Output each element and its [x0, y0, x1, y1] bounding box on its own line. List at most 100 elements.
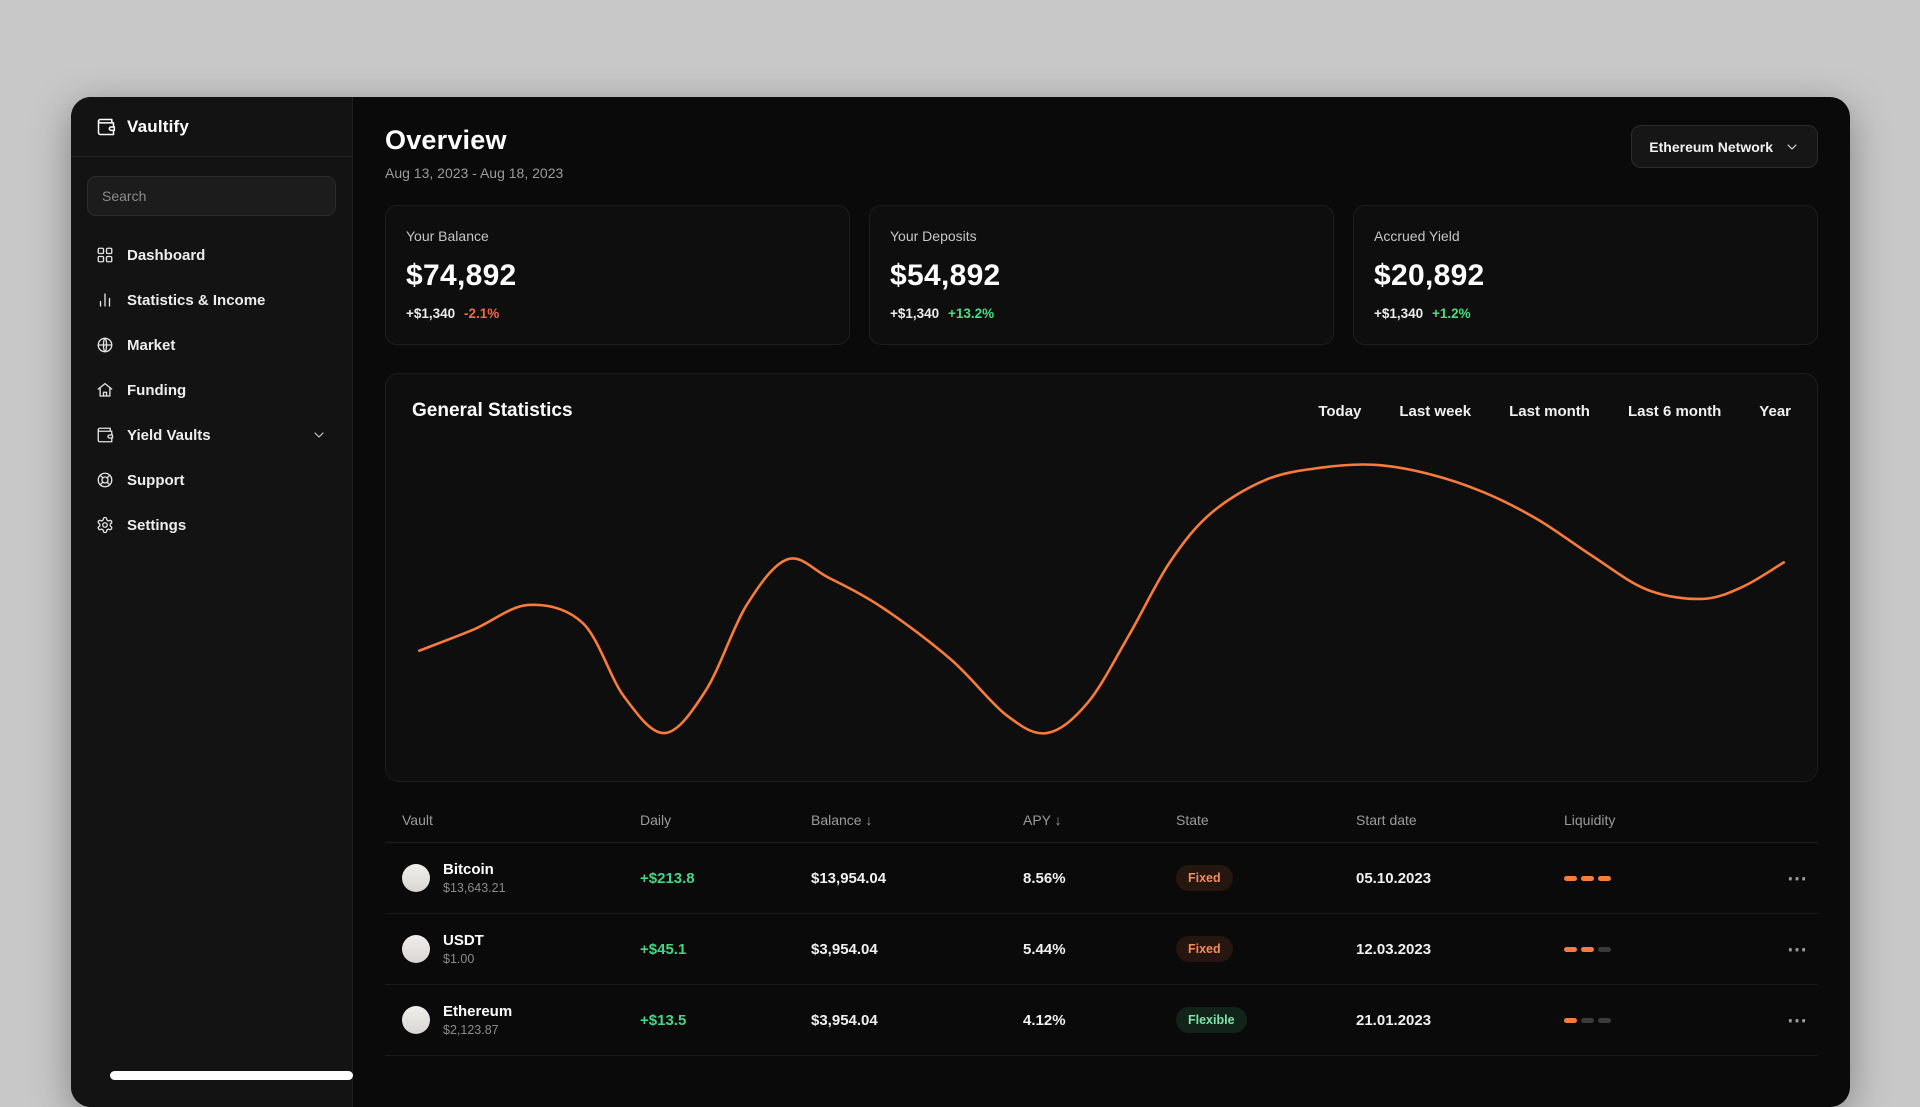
app-logo: Vaultify — [71, 97, 352, 157]
delta-percent: +13.2% — [947, 306, 995, 321]
delta-percent: +1.2% — [1431, 306, 1471, 321]
column-header-liquidity: Liquidity — [1564, 812, 1616, 828]
statistics-line-chart — [412, 432, 1791, 771]
search-input[interactable] — [87, 176, 336, 216]
network-selector-button[interactable]: Ethereum Network — [1631, 125, 1818, 168]
filter-last-month[interactable]: Last month — [1509, 403, 1590, 420]
sidebar-nav: Dashboard Statistics & Income Market Fundin… — [71, 225, 352, 555]
stat-value: $20,892 — [1374, 259, 1485, 292]
vault-name: Bitcoin — [443, 861, 494, 878]
deposits-card: Your Deposits $54,892 +$1,340 +13.2% — [869, 205, 1334, 345]
app-window: Vaultify Dashboard Statistics & Income Mar… — [71, 97, 1850, 1107]
coin-avatar — [402, 1006, 430, 1034]
sidebar-item-yield-vaults[interactable]: Yield Vaults — [83, 415, 340, 455]
main-content: Overview Aug 13, 2023 - Aug 18, 2023 Eth… — [353, 97, 1850, 1107]
apy-value: 5.44% — [1023, 940, 1066, 958]
vault-price: $1.00 — [443, 952, 475, 966]
chevron-down-icon — [1784, 139, 1800, 155]
stat-value: $74,892 — [406, 259, 517, 292]
liquidity-indicator — [1564, 946, 1762, 952]
row-menu-button[interactable]: ⋯ — [1762, 866, 1818, 891]
page-title: Overview — [385, 125, 507, 155]
filter-last-week[interactable]: Last week — [1399, 403, 1471, 420]
sidebar-item-label: Funding — [127, 381, 187, 399]
table-row-usdt[interactable]: USDT $1.00 +$45.1 $3,954.04 5.44% Fixed 12.03.… — [385, 914, 1818, 985]
liquidity-dash — [1564, 946, 1577, 952]
sidebar-item-market[interactable]: Market — [83, 325, 340, 365]
filter-today[interactable]: Today — [1318, 403, 1361, 420]
liquidity-dash — [1564, 875, 1577, 881]
sidebar-item-support[interactable]: Support — [83, 460, 340, 500]
column-header-start-date: Start date — [1356, 812, 1417, 828]
daily-change: +$45.1 — [640, 940, 687, 958]
vault-price: $13,643.21 — [443, 881, 506, 895]
vault-wallet-icon — [96, 426, 114, 444]
column-header-state: State — [1176, 812, 1209, 828]
row-menu-button[interactable]: ⋯ — [1762, 937, 1818, 962]
apy-value: 4.12% — [1023, 1011, 1066, 1029]
column-header-apy[interactable]: APY ↓ — [1023, 812, 1176, 828]
support-icon — [96, 471, 114, 489]
delta-amount: +$1,340 — [1374, 306, 1424, 321]
page-header: Overview Aug 13, 2023 - Aug 18, 2023 Eth… — [385, 125, 1818, 181]
state-badge: Fixed — [1176, 936, 1233, 962]
sidebar-item-dashboard[interactable]: Dashboard — [83, 235, 340, 275]
chart-title: General Statistics — [412, 400, 573, 421]
sidebar-item-label: Market — [127, 336, 176, 354]
sidebar: Vaultify Dashboard Statistics & Income Mar… — [71, 97, 353, 1107]
liquidity-indicator — [1564, 875, 1762, 881]
balance-value: $13,954.04 — [811, 869, 887, 887]
accrued-yield-card: Accrued Yield $20,892 +$1,340 +1.2% — [1353, 205, 1818, 345]
table-row-bitcoin[interactable]: Bitcoin $13,643.21 +$213.8 $13,954.04 8.56% F… — [385, 843, 1818, 914]
sidebar-item-statistics-income[interactable]: Statistics & Income — [83, 280, 340, 320]
start-date: 05.10.2023 — [1356, 869, 1432, 887]
sidebar-item-settings[interactable]: Settings — [83, 505, 340, 545]
horizontal-scrollbar[interactable] — [110, 1071, 353, 1080]
liquidity-dash — [1564, 1017, 1577, 1023]
sidebar-item-label: Dashboard — [127, 246, 206, 264]
liquidity-dash — [1581, 1017, 1594, 1023]
row-menu-button[interactable]: ⋯ — [1762, 1008, 1818, 1033]
vault-name: Ethereum — [443, 1003, 513, 1020]
liquidity-dash — [1581, 875, 1594, 881]
column-header-menu — [1762, 812, 1818, 828]
liquidity-dash — [1598, 1017, 1611, 1023]
vault-name: USDT — [443, 932, 484, 949]
liquidity-dash — [1598, 946, 1611, 952]
balance-card: Your Balance $74,892 +$1,340 -2.1% — [385, 205, 850, 345]
sidebar-item-label: Support — [127, 471, 185, 489]
general-statistics-card: General Statistics Today Last week Last mo… — [385, 373, 1818, 782]
stat-cards: Your Balance $74,892 +$1,340 -2.1% Your … — [385, 205, 1818, 345]
state-badge: Flexible — [1176, 1007, 1247, 1033]
filter-last-6-month[interactable]: Last 6 month — [1628, 403, 1721, 420]
column-header-balance[interactable]: Balance ↓ — [811, 812, 1023, 828]
stat-value: $54,892 — [890, 259, 1001, 292]
vaults-table: Vault Daily Balance ↓ APY ↓ State Start date L… — [385, 798, 1818, 1056]
coin-avatar — [402, 864, 430, 892]
start-date: 21.01.2023 — [1356, 1011, 1432, 1029]
column-header-daily: Daily — [640, 812, 672, 828]
state-badge: Fixed — [1176, 865, 1233, 891]
bar-chart-icon — [96, 291, 114, 309]
liquidity-dash — [1598, 875, 1611, 881]
delta-amount: +$1,340 — [890, 306, 940, 321]
home-icon — [96, 381, 114, 399]
daily-change: +$213.8 — [640, 869, 695, 887]
table-header: Vault Daily Balance ↓ APY ↓ State Start date L… — [385, 798, 1818, 843]
sidebar-item-label: Settings — [127, 516, 187, 534]
sidebar-item-label: Yield Vaults — [127, 426, 211, 444]
sidebar-item-funding[interactable]: Funding — [83, 370, 340, 410]
liquidity-indicator — [1564, 1017, 1762, 1023]
column-header-vault: Vault — [402, 812, 433, 828]
table-row-ethereum[interactable]: Ethereum $2,123.87 +$13.5 $3,954.04 4.12% Fle… — [385, 985, 1818, 1056]
start-date: 12.03.2023 — [1356, 940, 1432, 958]
chevron-down-icon — [311, 427, 327, 443]
table-body: Bitcoin $13,643.21 +$213.8 $13,954.04 8.56% F… — [385, 843, 1818, 1056]
filter-year[interactable]: Year — [1759, 403, 1791, 420]
coin-avatar — [402, 935, 430, 963]
balance-value: $3,954.04 — [811, 940, 878, 958]
vault-price: $2,123.87 — [443, 1023, 499, 1037]
gear-icon — [96, 516, 114, 534]
stat-label: Accrued Yield — [1374, 228, 1460, 244]
stat-label: Your Balance — [406, 228, 489, 244]
